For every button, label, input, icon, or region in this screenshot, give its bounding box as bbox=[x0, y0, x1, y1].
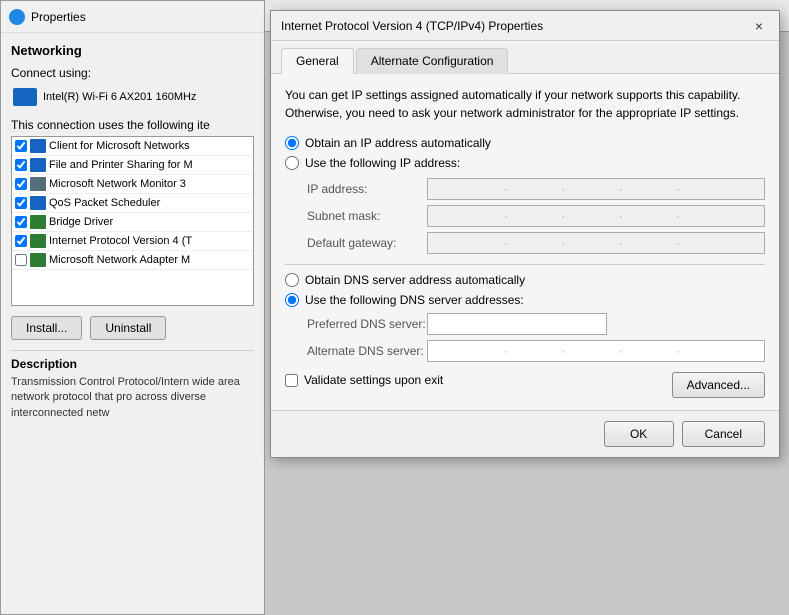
default-gateway-row: Default gateway: · · · · bbox=[307, 232, 765, 254]
auto-ip-radio[interactable] bbox=[285, 136, 299, 150]
preferred-dns-input[interactable] bbox=[427, 313, 607, 335]
properties-title: Properties bbox=[31, 10, 86, 24]
dialog-footer: OK Cancel bbox=[271, 410, 779, 457]
item-checkbox-3[interactable] bbox=[15, 178, 27, 190]
preferred-dns-label: Preferred DNS server: bbox=[307, 317, 427, 331]
subnet-mask-input[interactable]: · · · · bbox=[427, 205, 765, 227]
ip-fields: IP address: · · · · Subnet mask: · · · ·… bbox=[307, 178, 765, 254]
item-checkbox-4[interactable] bbox=[15, 197, 27, 209]
ip-address-label: IP address: bbox=[307, 182, 427, 196]
properties-titlebar: Properties bbox=[1, 1, 264, 33]
item-icon-6 bbox=[30, 234, 46, 248]
item-icon-5 bbox=[30, 215, 46, 229]
alternate-dot-placeholder: · · · · bbox=[504, 344, 688, 358]
dns-fields: Preferred DNS server: Alternate DNS serv… bbox=[307, 313, 765, 362]
list-item[interactable]: Internet Protocol Version 4 (T bbox=[12, 232, 253, 251]
item-icon-1 bbox=[30, 139, 46, 153]
dialog-body: You can get IP settings assigned automat… bbox=[271, 74, 779, 410]
auto-dns-label: Obtain DNS server address automatically bbox=[305, 273, 525, 287]
item-checkbox-7[interactable] bbox=[15, 254, 27, 266]
manual-ip-radio[interactable] bbox=[285, 156, 299, 170]
item-label-1: Client for Microsoft Networks bbox=[49, 140, 190, 152]
item-checkbox-6[interactable] bbox=[15, 235, 27, 247]
item-label-2: File and Printer Sharing for M bbox=[49, 159, 193, 171]
item-icon-3 bbox=[30, 177, 46, 191]
item-label-7: Microsoft Network Adapter M bbox=[49, 254, 190, 266]
networking-title: Networking bbox=[11, 43, 254, 58]
connect-label: Connect using: bbox=[11, 66, 254, 80]
adapter-icon bbox=[13, 88, 37, 106]
components-list[interactable]: Client for Microsoft Networks File and P… bbox=[11, 136, 254, 306]
list-item[interactable]: QoS Packet Scheduler bbox=[12, 194, 253, 213]
item-checkbox-1[interactable] bbox=[15, 140, 27, 152]
list-item[interactable]: Microsoft Network Adapter M bbox=[12, 251, 253, 270]
manual-dns-label: Use the following DNS server addresses: bbox=[305, 293, 524, 307]
cancel-button[interactable]: Cancel bbox=[682, 421, 765, 447]
auto-ip-label: Obtain an IP address automatically bbox=[305, 136, 491, 150]
validate-checkbox[interactable] bbox=[285, 374, 298, 387]
alternate-dns-label: Alternate DNS server: bbox=[307, 344, 427, 358]
tab-alternate-config[interactable]: Alternate Configuration bbox=[356, 48, 509, 74]
manual-dns-row: Use the following DNS server addresses: bbox=[285, 293, 765, 307]
item-label-3: Microsoft Network Monitor 3 bbox=[49, 178, 186, 190]
item-icon-2 bbox=[30, 158, 46, 172]
info-text: You can get IP settings assigned automat… bbox=[285, 86, 765, 122]
item-icon-7 bbox=[30, 253, 46, 267]
auto-dns-row: Obtain DNS server address automatically bbox=[285, 273, 765, 287]
dns-section: Obtain DNS server address automatically … bbox=[285, 273, 765, 362]
description-text: Transmission Control Protocol/Intern wid… bbox=[11, 375, 254, 421]
auto-ip-row: Obtain an IP address automatically bbox=[285, 136, 765, 150]
list-item[interactable]: Client for Microsoft Networks bbox=[12, 137, 253, 156]
manual-ip-label: Use the following IP address: bbox=[305, 156, 460, 170]
tab-general[interactable]: General bbox=[281, 48, 354, 74]
auto-dns-radio[interactable] bbox=[285, 273, 299, 287]
item-label-5: Bridge Driver bbox=[49, 216, 113, 228]
default-gateway-label: Default gateway: bbox=[307, 236, 427, 250]
list-item[interactable]: Bridge Driver bbox=[12, 213, 253, 232]
dialog-tabs: General Alternate Configuration bbox=[271, 41, 779, 74]
dialog-close-button[interactable]: × bbox=[749, 16, 769, 36]
item-checkbox-2[interactable] bbox=[15, 159, 27, 171]
list-label: This connection uses the following ite bbox=[11, 118, 254, 132]
separator bbox=[285, 264, 765, 265]
adapter-row: Intel(R) Wi-Fi 6 AX201 160MHz bbox=[11, 86, 254, 108]
subnet-mask-row: Subnet mask: · · · · bbox=[307, 205, 765, 227]
alternate-dns-input[interactable]: · · · · bbox=[427, 340, 765, 362]
validate-row: Validate settings upon exit bbox=[285, 373, 443, 387]
manual-ip-row: Use the following IP address: bbox=[285, 156, 765, 170]
validate-label: Validate settings upon exit bbox=[304, 373, 443, 387]
adapter-name: Intel(R) Wi-Fi 6 AX201 160MHz bbox=[43, 91, 196, 103]
subnet-dot-placeholder: · · · · bbox=[504, 209, 688, 223]
item-label-6: Internet Protocol Version 4 (T bbox=[49, 235, 192, 247]
item-icon-4 bbox=[30, 196, 46, 210]
ip-address-input[interactable]: · · · · bbox=[427, 178, 765, 200]
gateway-dot-placeholder: · · · · bbox=[504, 236, 688, 250]
default-gateway-input[interactable]: · · · · bbox=[427, 232, 765, 254]
ok-button[interactable]: OK bbox=[604, 421, 674, 447]
dialog-titlebar: Internet Protocol Version 4 (TCP/IPv4) P… bbox=[271, 11, 779, 41]
install-button[interactable]: Install... bbox=[11, 316, 82, 340]
alternate-dns-row: Alternate DNS server: · · · · bbox=[307, 340, 765, 362]
ip-address-row: IP address: · · · · bbox=[307, 178, 765, 200]
advanced-button[interactable]: Advanced... bbox=[672, 372, 765, 398]
item-label-4: QoS Packet Scheduler bbox=[49, 197, 160, 209]
subnet-mask-label: Subnet mask: bbox=[307, 209, 427, 223]
uninstall-button[interactable]: Uninstall bbox=[90, 316, 166, 340]
properties-icon bbox=[9, 9, 25, 25]
description-title: Description bbox=[11, 357, 254, 371]
ip-radio-group: Obtain an IP address automatically Use t… bbox=[285, 136, 765, 170]
properties-window: Properties Networking Connect using: Int… bbox=[0, 0, 265, 615]
list-item[interactable]: Microsoft Network Monitor 3 bbox=[12, 175, 253, 194]
tcp-ipv4-dialog: Internet Protocol Version 4 (TCP/IPv4) P… bbox=[270, 10, 780, 458]
item-checkbox-5[interactable] bbox=[15, 216, 27, 228]
ip-dot-placeholder: · · · · bbox=[504, 182, 688, 196]
validate-advanced-row: Validate settings upon exit Advanced... bbox=[285, 372, 765, 398]
preferred-dns-row: Preferred DNS server: bbox=[307, 313, 765, 335]
manual-dns-radio[interactable] bbox=[285, 293, 299, 307]
dialog-title: Internet Protocol Version 4 (TCP/IPv4) P… bbox=[281, 19, 543, 33]
list-item[interactable]: File and Printer Sharing for M bbox=[12, 156, 253, 175]
